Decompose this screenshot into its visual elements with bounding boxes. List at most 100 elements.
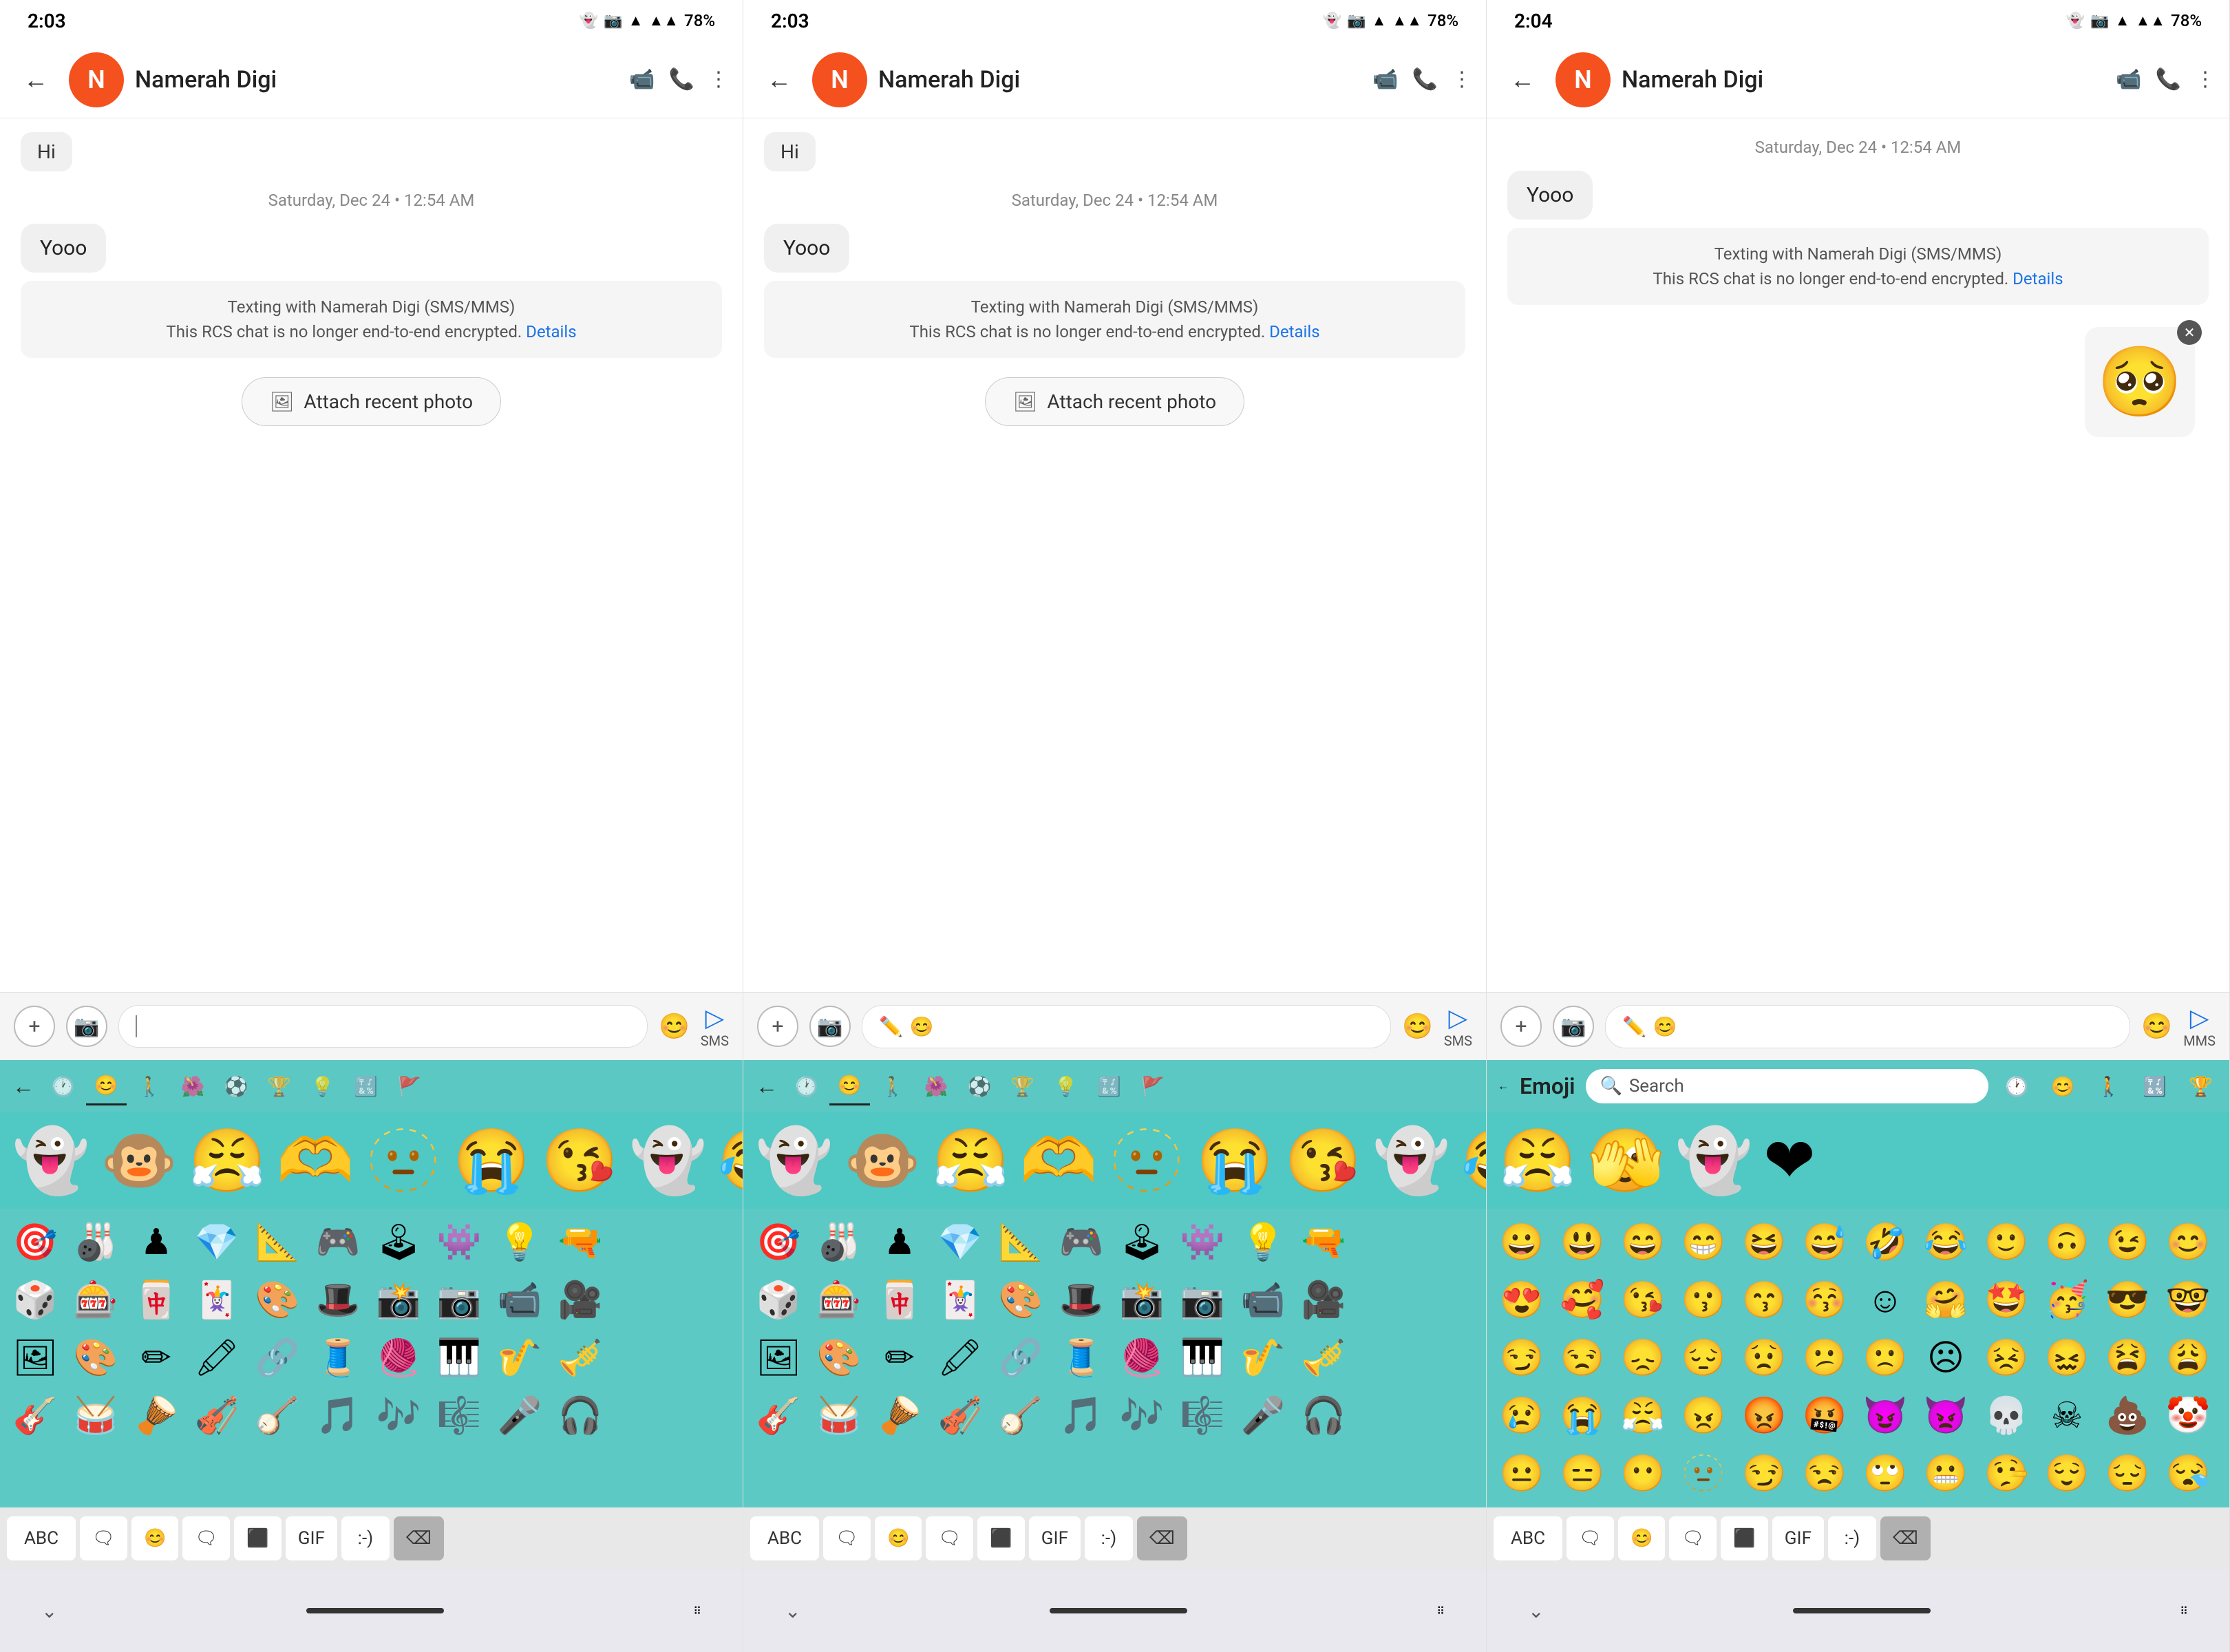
- ec[interactable]: 🎨: [66, 1330, 125, 1385]
- ec[interactable]: 🧵: [308, 1330, 368, 1385]
- text-input-3[interactable]: ✏️ 😊: [1605, 1005, 2130, 1048]
- ec[interactable]: 🙁: [1856, 1330, 1915, 1385]
- attach-photo-btn-2[interactable]: 🖼 Attach recent photo: [985, 377, 1244, 426]
- nav-dots-2[interactable]: ⠿: [1436, 1605, 1445, 1618]
- ec[interactable]: 🀄: [127, 1272, 186, 1327]
- feat-emoji-4-1[interactable]: 🫥: [359, 1125, 447, 1197]
- ec[interactable]: 😟: [1734, 1330, 1794, 1385]
- keyboard-btn-2[interactable]: ⬛: [977, 1516, 1024, 1560]
- attach-photo-btn-1[interactable]: 🖼 Attach recent photo: [242, 377, 501, 426]
- ec[interactable]: 🎼: [429, 1388, 489, 1443]
- ec[interactable]: 🎹: [1173, 1330, 1232, 1385]
- emoji-tab-2[interactable]: 😊: [829, 1067, 870, 1105]
- feat-emoji-2-3[interactable]: 👻: [1670, 1125, 1758, 1197]
- text-input-1[interactable]: [118, 1005, 648, 1048]
- nav-dots-1[interactable]: ⠿: [693, 1605, 701, 1618]
- flags-tab-2[interactable]: 🚩: [1132, 1068, 1173, 1105]
- ec[interactable]: 🔗: [248, 1330, 307, 1385]
- ec[interactable]: 🪕: [991, 1388, 1050, 1443]
- smiley-text-btn-2[interactable]: :-): [1085, 1516, 1133, 1560]
- ec[interactable]: 🙄: [1856, 1446, 1915, 1501]
- avatar-1[interactable]: N: [69, 52, 124, 107]
- ec[interactable]: 🤣: [1856, 1214, 1915, 1269]
- places-tab-1[interactable]: 🏆: [259, 1068, 299, 1105]
- ec[interactable]: 😠: [1674, 1388, 1733, 1443]
- emoji-btn-1[interactable]: 😊: [659, 1012, 690, 1041]
- ec[interactable]: 😂: [1916, 1214, 1975, 1269]
- abc-btn-1[interactable]: ABC: [7, 1516, 76, 1560]
- people-tab-1[interactable]: 🚶: [129, 1068, 170, 1105]
- ec[interactable]: 🎰: [66, 1272, 125, 1327]
- phone-icon-3[interactable]: 📞: [2156, 67, 2181, 92]
- ec[interactable]: 🫥: [1674, 1446, 1733, 1501]
- nav-chevron-1[interactable]: ⌄: [41, 1600, 57, 1622]
- ec[interactable]: ✏: [127, 1330, 186, 1385]
- feat-emoji-1-2[interactable]: 🐵: [838, 1125, 926, 1197]
- activity-tab-2[interactable]: ⚽: [959, 1068, 1000, 1105]
- ec[interactable]: 🎯: [749, 1214, 808, 1269]
- camera-btn-2[interactable]: 📷: [809, 1006, 851, 1047]
- recent-tab-3[interactable]: 🕐: [1999, 1070, 2035, 1103]
- ec[interactable]: 😖: [2037, 1330, 2096, 1385]
- ec[interactable]: 🤥: [1977, 1446, 2036, 1501]
- send-btn-1[interactable]: ▷ SMS: [701, 1004, 729, 1049]
- backspace-btn-2[interactable]: ⌫: [1137, 1516, 1187, 1560]
- flags-tab-3[interactable]: 🏆: [2183, 1070, 2218, 1103]
- text-input-2[interactable]: ✏️ 😊: [862, 1005, 1391, 1048]
- ec[interactable]: 👿: [1916, 1388, 1975, 1443]
- ec[interactable]: 💀: [1977, 1388, 2036, 1443]
- ec[interactable]: 😔: [1674, 1330, 1733, 1385]
- ec[interactable]: 💎: [187, 1214, 246, 1269]
- ec[interactable]: 🎵: [1052, 1388, 1111, 1443]
- ec[interactable]: 📹: [490, 1272, 549, 1327]
- sticker-btn-2[interactable]: 🗨: [823, 1516, 871, 1560]
- add-btn-3[interactable]: +: [1500, 1006, 1542, 1047]
- ec[interactable]: 😶: [1613, 1446, 1672, 1501]
- send-btn-2[interactable]: ▷ SMS: [1444, 1004, 1472, 1049]
- ec[interactable]: 🎷: [1233, 1330, 1293, 1385]
- smiley-text-btn-1[interactable]: :-): [341, 1516, 390, 1560]
- keyboard-btn-3[interactable]: ⬛: [1721, 1516, 1767, 1560]
- contact-name-1[interactable]: Namerah Digi: [135, 66, 618, 94]
- nature-tab-1[interactable]: 🌺: [173, 1068, 213, 1105]
- ec[interactable]: 😪: [2158, 1446, 2218, 1501]
- feat-emoji-8-1[interactable]: 😂: [712, 1125, 743, 1197]
- recent-tab-1[interactable]: 🕐: [43, 1068, 83, 1105]
- places-tab-2[interactable]: 🏆: [1002, 1068, 1043, 1105]
- ec[interactable]: 🖼: [6, 1330, 65, 1385]
- ec[interactable]: 😗: [1674, 1272, 1733, 1327]
- feat-emoji-2-2[interactable]: 😤: [926, 1125, 1015, 1197]
- ec[interactable]: 😙: [1734, 1272, 1794, 1327]
- ec[interactable]: 🎰: [809, 1272, 869, 1327]
- feat-emoji-0-1[interactable]: 👻: [7, 1125, 95, 1197]
- feat-emoji-3-3[interactable]: ❤: [1758, 1125, 1820, 1197]
- ec[interactable]: 📸: [369, 1272, 428, 1327]
- ec[interactable]: 🔫: [1294, 1214, 1353, 1269]
- sticker-btn-1[interactable]: 🗨: [80, 1516, 127, 1560]
- ec[interactable]: 😌: [2037, 1446, 2096, 1501]
- symbols-tab-1[interactable]: 🔣: [346, 1068, 386, 1105]
- feat-emoji-0-3[interactable]: 😤: [1494, 1125, 1582, 1197]
- ec[interactable]: 😞: [1613, 1330, 1672, 1385]
- ec[interactable]: 🥰: [1553, 1272, 1612, 1327]
- feat-emoji-1-1[interactable]: 🐵: [95, 1125, 183, 1197]
- objects-tab-3[interactable]: 🔣: [2137, 1070, 2172, 1103]
- feat-emoji-8-2[interactable]: 😂: [1456, 1125, 1487, 1197]
- ec[interactable]: 💡: [1233, 1214, 1293, 1269]
- feat-emoji-1-3[interactable]: 🫣: [1582, 1125, 1670, 1197]
- ec[interactable]: 😍: [1492, 1272, 1551, 1327]
- ec[interactable]: 😎: [2098, 1272, 2157, 1327]
- ec[interactable]: 🎨: [991, 1272, 1050, 1327]
- ec[interactable]: 😃: [1553, 1214, 1612, 1269]
- ec[interactable]: 🎮: [1052, 1214, 1111, 1269]
- ec[interactable]: 🎧: [551, 1388, 610, 1443]
- ec[interactable]: 🎥: [1294, 1272, 1353, 1327]
- video-call-icon[interactable]: 📹: [629, 67, 655, 92]
- ec[interactable]: 🎵: [308, 1388, 368, 1443]
- keyboard-back-1[interactable]: ←: [7, 1068, 40, 1105]
- details-link-3[interactable]: Details: [2013, 269, 2063, 288]
- ec[interactable]: 😒: [1553, 1330, 1612, 1385]
- details-link-2[interactable]: Details: [1269, 322, 1319, 341]
- emoji-tab-3[interactable]: 😊: [2046, 1070, 2081, 1103]
- back-button-1[interactable]: ←: [14, 58, 58, 102]
